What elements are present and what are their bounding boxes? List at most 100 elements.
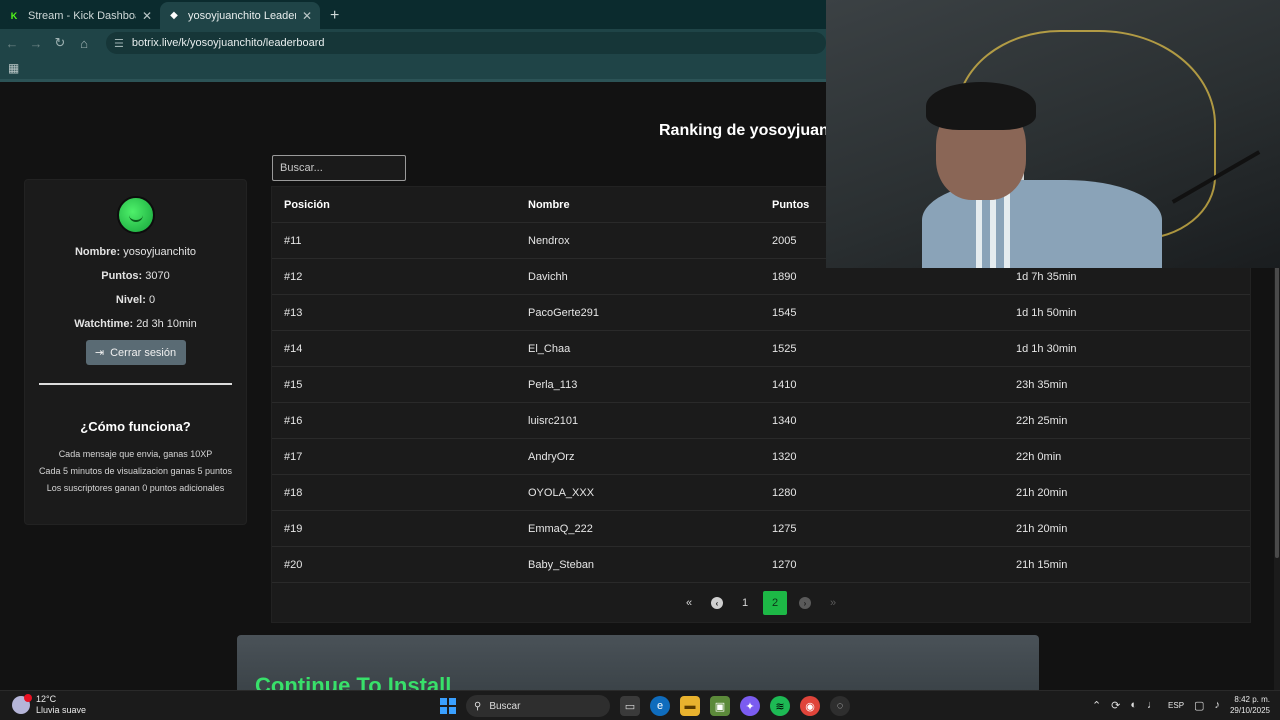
network-icon[interactable]: ▢ [1194,699,1204,712]
logout-button[interactable]: ⇥ Cerrar sesión [85,340,186,365]
kick-icon: K [8,9,20,22]
cell-name: Nendrox [528,235,570,247]
cell-name: Davichh [528,271,568,283]
cell-watchtime: 21h 15min [1016,559,1068,571]
tab-title: Stream - Kick Dashboard [28,9,136,22]
cell-points: 2005 [772,235,797,247]
profile-card: Nombre: yosoyjuanchito Puntos: 3070 Nive… [24,179,247,525]
cell-points: 1410 [772,379,797,391]
windows-start-icon[interactable] [440,698,456,714]
cell-position: #17 [284,451,303,463]
url-text: botrix.live/k/yosoyjuanchito/leaderboard [131,37,325,49]
cell-position: #13 [284,307,303,319]
address-bar[interactable]: ☰ botrix.live/k/yosoyjuanchito/leaderboa… [106,32,826,54]
cell-position: #20 [284,559,303,571]
profile-points: Puntos: 3070 [101,270,170,282]
edge-icon[interactable]: e [650,696,670,716]
header-position[interactable]: Posición [284,187,330,223]
jacket-stripe [1004,190,1010,268]
chevron-up-icon[interactable]: ⌃ [1092,699,1101,712]
cell-points: 1545 [772,307,797,319]
back-icon[interactable]: ← [0,36,24,51]
reload-icon[interactable]: ↻ [48,35,72,51]
cell-watchtime: 23h 35min [1016,379,1068,391]
tab-leaderboard[interactable]: ◆ yosoyjuanchito LeaderBoard | T ✕ [160,2,320,29]
tab-title: yosoyjuanchito LeaderBoard | T [188,9,296,22]
forward-icon[interactable]: → [24,36,48,51]
logout-label: Cerrar sesión [110,346,177,359]
streamer-hair [926,82,1036,130]
weather-widget[interactable]: 12°C Lluvia suave [12,694,86,716]
jacket-stripe [990,190,996,268]
volume-icon[interactable]: ♪ [1214,699,1220,711]
cell-position: #18 [284,487,303,499]
sign-out-icon: ⇥ [94,347,105,359]
search-input[interactable] [272,155,406,181]
table-row: #15 Perla_113 1410 23h 35min [272,367,1250,403]
file-explorer-icon[interactable]: ▬ [680,696,700,716]
cell-name: OYOLA_XXX [528,487,595,499]
taskbar-search[interactable]: ⚲ Buscar [466,695,610,717]
cell-points: 1525 [772,343,797,355]
table-row: #18 OYOLA_XXX 1280 21h 20min [272,475,1250,511]
page-2-button[interactable]: 2 [763,591,787,615]
pagination: « ‹ 1 2 › » [272,591,1250,615]
chrome-icon[interactable]: ◉ [800,696,820,716]
tab-kick-dashboard[interactable]: K Stream - Kick Dashboard ✕ [0,2,160,29]
weather-temp: 12°C [36,694,57,704]
new-tab-icon[interactable]: + [330,2,339,29]
sync-icon[interactable]: ⟳ [1111,699,1120,712]
taskbar-apps: ⚲ Buscar ▭ e ▬ ▣ ✦ ≋ ◉ ◌ [440,695,850,717]
clock-date: 29/10/2025 [1229,706,1270,715]
page-title: Ranking de yosoyjuanc [659,122,838,139]
minecraft-icon[interactable]: ▣ [710,696,730,716]
cell-name: AndryOrz [528,451,575,463]
task-view-icon[interactable]: ▭ [620,696,640,716]
site-info-icon[interactable]: ☰ [114,37,124,50]
jacket-stripe [976,190,982,268]
cell-watchtime: 22h 0min [1016,451,1062,463]
next-page-icon[interactable]: › [795,591,815,615]
cell-position: #14 [284,343,303,355]
header-name[interactable]: Nombre [528,187,570,223]
cell-position: #12 [284,271,303,283]
cell-points: 1890 [772,271,797,283]
spotify-icon[interactable]: ≋ [770,696,790,716]
weather-desc: Lluvia suave [36,705,87,715]
taskbar-search-label: Buscar [489,700,521,712]
profile-level: Nivel: 0 [115,294,156,306]
cell-points: 1270 [772,559,797,571]
cell-watchtime: 1d 1h 50min [1016,307,1077,319]
first-page-icon[interactable]: « [679,591,699,615]
obs-icon[interactable]: ◌ [830,696,850,716]
how-line: Cada mensaje que envia, ganas 10XP [58,449,213,459]
divider [39,383,232,385]
last-page-icon[interactable]: » [823,591,843,615]
cell-position: #11 [284,235,302,247]
install-banner[interactable]: Continue To Install [237,635,1039,690]
language-indicator[interactable]: ESP [1168,701,1184,710]
prev-page-icon[interactable]: ‹ [707,591,727,615]
close-icon[interactable]: ✕ [142,9,152,23]
clock-time: 8:42 p. m. [1234,695,1270,704]
cell-name: El_Chaa [528,343,571,355]
cell-name: EmmaQ_222 [528,523,593,535]
page-1-button[interactable]: 1 [735,591,755,615]
header-points[interactable]: Puntos [772,187,809,223]
cell-points: 1340 [772,415,797,427]
windows-taskbar: 12°C Lluvia suave ⚲ Buscar ▭ e ▬ ▣ ✦ ≋ ◉… [0,690,1280,720]
cell-watchtime: 21h 20min [1016,523,1068,535]
clock[interactable]: 8:42 p. m. 29/10/2025 [1230,694,1270,716]
app-tray-icon[interactable]: ◐ [1130,699,1137,711]
notification-badge [24,694,32,702]
cell-name: luisrc2101 [528,415,579,427]
how-it-works-title: ¿Cómo funciona? [80,419,191,434]
close-icon[interactable]: ✕ [302,9,312,23]
microphone-icon[interactable]: ♩ [1147,699,1158,711]
webcam-overlay [826,0,1280,268]
home-icon[interactable]: ⌂ [72,36,96,51]
apps-grid-icon[interactable]: ▦ [8,61,19,75]
profile-name: Nombre: yosoyjuanchito [74,246,197,258]
cell-watchtime: 21h 20min [1016,487,1068,499]
copilot-icon[interactable]: ✦ [740,696,760,716]
